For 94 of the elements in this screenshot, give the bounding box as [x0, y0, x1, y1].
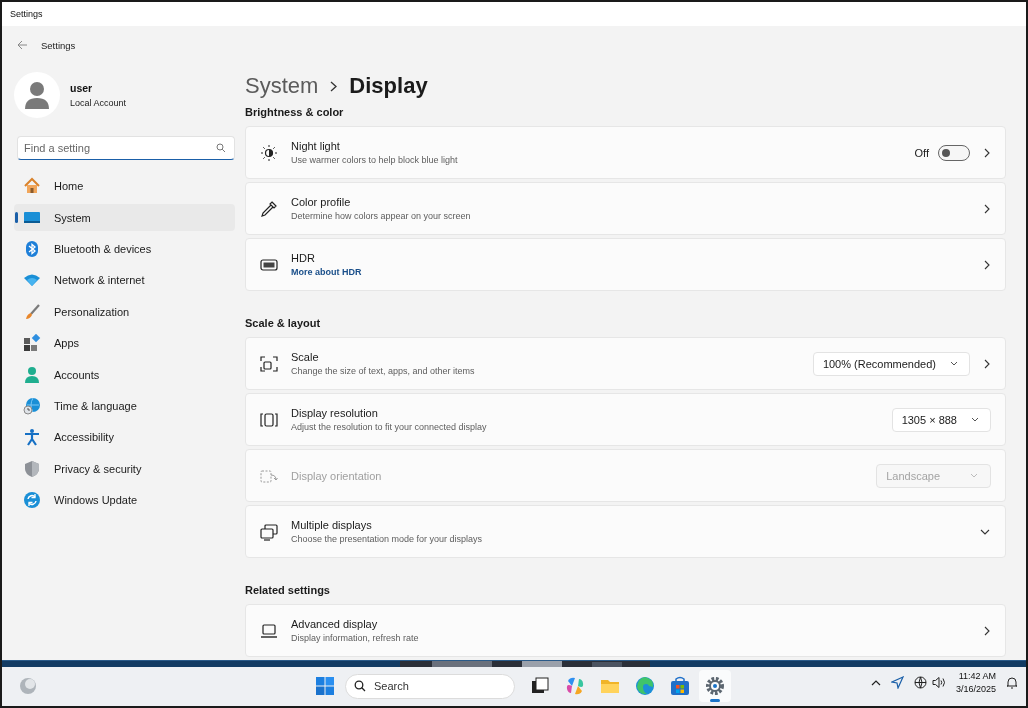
- weather-icon: [18, 676, 38, 696]
- chevron-right-icon: [984, 259, 990, 270]
- setting-title: Multiple displays: [291, 519, 373, 531]
- section-heading: Scale & layout: [245, 317, 322, 329]
- chevron-right-icon: [984, 625, 990, 636]
- nav-item[interactable]: System: [14, 204, 235, 231]
- chevron-right-icon: [984, 358, 990, 369]
- settings-card[interactable]: Multiple displays Choose the presentation mode for your displays: [245, 505, 1006, 558]
- location-arrow-icon: [890, 676, 904, 689]
- setting-title: Advanced display: [291, 618, 379, 630]
- setting-title: Night light: [291, 140, 341, 152]
- account-name: user: [70, 82, 94, 94]
- account-type: Local Account: [70, 98, 127, 108]
- caret-icon: [950, 361, 958, 366]
- bluetooth-icon: [23, 239, 41, 258]
- back-arrow-icon: [17, 40, 28, 50]
- back-button[interactable]: [17, 40, 28, 50]
- nav-item[interactable]: Windows Update: [14, 486, 235, 514]
- clock-time: 11:42 AM: [958, 671, 996, 681]
- nav-item[interactable]: Home: [14, 173, 235, 200]
- setting-title: HDR: [291, 252, 316, 264]
- nav-item[interactable]: Network & internet: [14, 267, 235, 294]
- laptop-icon: [260, 621, 278, 640]
- app-title: Settings: [41, 39, 76, 51]
- nav-item[interactable]: Privacy & security: [14, 455, 235, 482]
- settings-card[interactable]: Night light Use warmer colors to help block blue light Off: [245, 126, 1006, 179]
- chevron-up-icon: [870, 679, 881, 686]
- dropdown[interactable]: 100% (Recommended): [812, 351, 970, 376]
- search-icon: [216, 143, 226, 153]
- clock-date: 3/16/2025: [955, 684, 996, 694]
- chevron-right-icon: [984, 203, 990, 214]
- house-icon: [23, 177, 41, 196]
- section-heading: Related settings: [245, 584, 331, 596]
- gear-icon: [704, 675, 726, 697]
- eyedropper-icon: [260, 199, 278, 218]
- toggle-switch[interactable]: [938, 144, 970, 161]
- settings-card[interactable]: Scale Change the size of text, apps, and other items 100% (Recommended): [245, 337, 1006, 390]
- two-monitors-icon: [260, 522, 278, 541]
- notifications-button[interactable]: [1006, 676, 1018, 689]
- settings-card[interactable]: Advanced display Display information, refresh rate: [245, 604, 1006, 657]
- chevron-right-icon: [330, 80, 338, 92]
- section-heading: Brightness & color: [245, 106, 345, 118]
- setting-description: Display information, refresh rate: [291, 633, 420, 643]
- location-button[interactable]: [890, 676, 904, 689]
- toggle-state: Off: [914, 146, 929, 159]
- paintbrush-icon: [23, 302, 41, 321]
- nav-item[interactable]: Time & language: [14, 392, 235, 420]
- setting-title: Display orientation: [291, 469, 383, 482]
- setting-title: Display resolution: [291, 407, 379, 419]
- breadcrumb-parent[interactable]: System: [245, 73, 319, 99]
- settings-card[interactable]: HDR More about HDR: [245, 238, 1006, 291]
- nav-item[interactable]: Apps: [14, 329, 235, 357]
- globe-clock-icon: [23, 396, 41, 415]
- network-volume-button[interactable]: [913, 676, 946, 689]
- windows-logo-icon: [315, 676, 335, 696]
- settings-card[interactable]: Color profile Determine how colors appear on your screen: [245, 182, 1006, 235]
- setting-description: Change the size of text, apps, and other items: [291, 366, 476, 376]
- shield-icon: [23, 459, 41, 478]
- setting-description: Use warmer colors to help block blue light: [291, 155, 459, 165]
- setting-title: Scale: [291, 351, 320, 363]
- setting-search-field[interactable]: Find a setting: [17, 136, 235, 160]
- accessibility-icon: [23, 428, 41, 447]
- person-icon: [23, 365, 41, 384]
- store-bag-icon: [669, 675, 691, 697]
- caret-icon: [971, 417, 979, 422]
- dropdown[interactable]: 1305 × 888: [891, 407, 991, 432]
- scale-icon: [260, 354, 278, 373]
- nav-item[interactable]: Bluetooth & devices: [14, 235, 235, 263]
- sync-icon: [23, 491, 41, 510]
- apps-icon: [23, 334, 41, 353]
- show-hidden-icons-button[interactable]: [870, 679, 881, 686]
- speaker-icon: [931, 676, 946, 689]
- bell-icon: [1006, 676, 1018, 689]
- avatar: [14, 72, 60, 118]
- caret-icon: [970, 473, 978, 478]
- page-title: Display: [349, 73, 428, 99]
- taskbar-search-field[interactable]: Search: [345, 673, 515, 699]
- brightness-icon: [260, 143, 278, 162]
- window-title: Settings: [10, 9, 43, 19]
- setting-description: Determine how colors appear on your screen: [291, 211, 472, 221]
- nav-item[interactable]: Accounts: [14, 361, 235, 388]
- globe-icon: [913, 676, 927, 689]
- link[interactable]: More about HDR: [291, 267, 362, 277]
- settings-card[interactable]: Display resolution Adjust the resolution to fit your connected display 1305 × 888: [245, 393, 1006, 446]
- chevron-down-icon: [980, 528, 990, 535]
- copilot-icon: [564, 675, 586, 697]
- setting-title: Color profile: [291, 196, 352, 208]
- nav-item[interactable]: Accessibility: [14, 424, 235, 451]
- setting-description: Adjust the resolution to fit your connected display: [291, 422, 488, 432]
- chevron-right-icon: [984, 147, 990, 158]
- setting-description: Choose the presentation mode for your displays: [291, 534, 484, 544]
- browser-icon: [634, 675, 656, 697]
- resolution-icon: [260, 410, 278, 429]
- nav-item[interactable]: Personalization: [14, 298, 235, 325]
